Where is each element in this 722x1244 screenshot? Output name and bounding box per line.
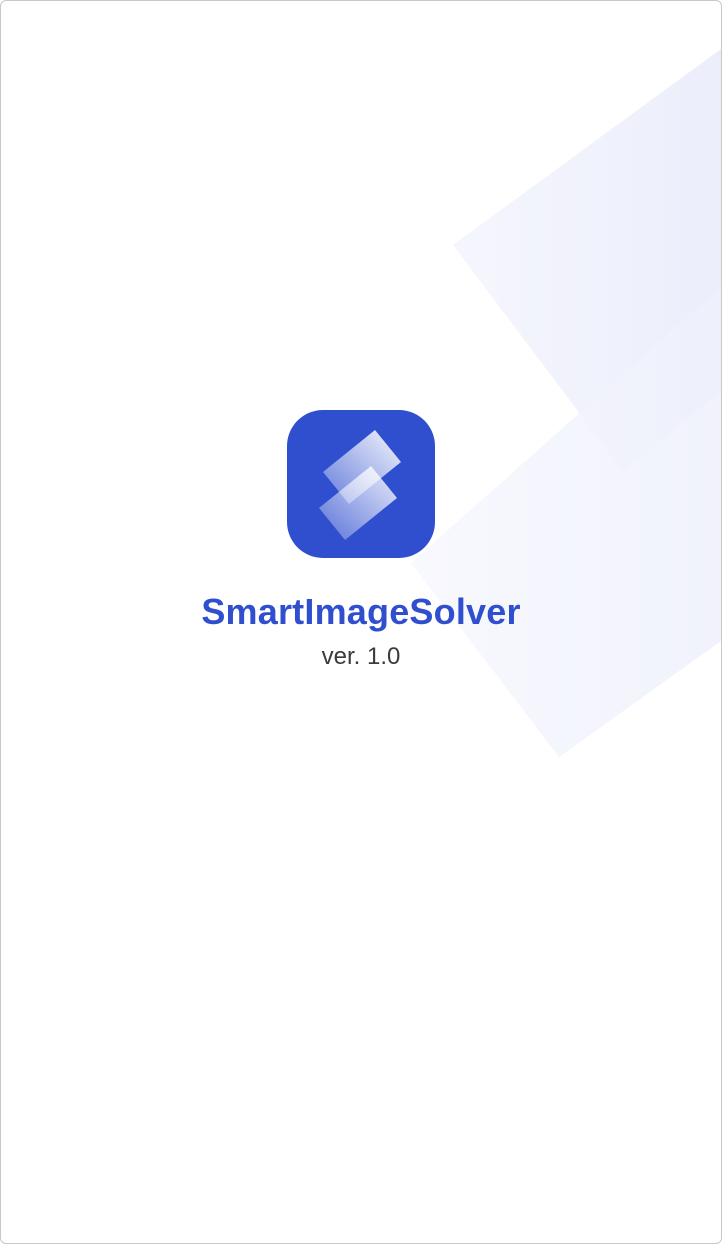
stacked-layers-icon	[319, 430, 401, 540]
app-version: ver. 1.0	[321, 643, 401, 670]
app-logo-icon	[287, 410, 435, 558]
app-name: SmartImageSolver	[201, 591, 521, 632]
splash-content: SmartImageSolver ver. 1.0	[1, 410, 721, 672]
splash-screen: SmartImageSolver ver. 1.0	[0, 0, 722, 1244]
